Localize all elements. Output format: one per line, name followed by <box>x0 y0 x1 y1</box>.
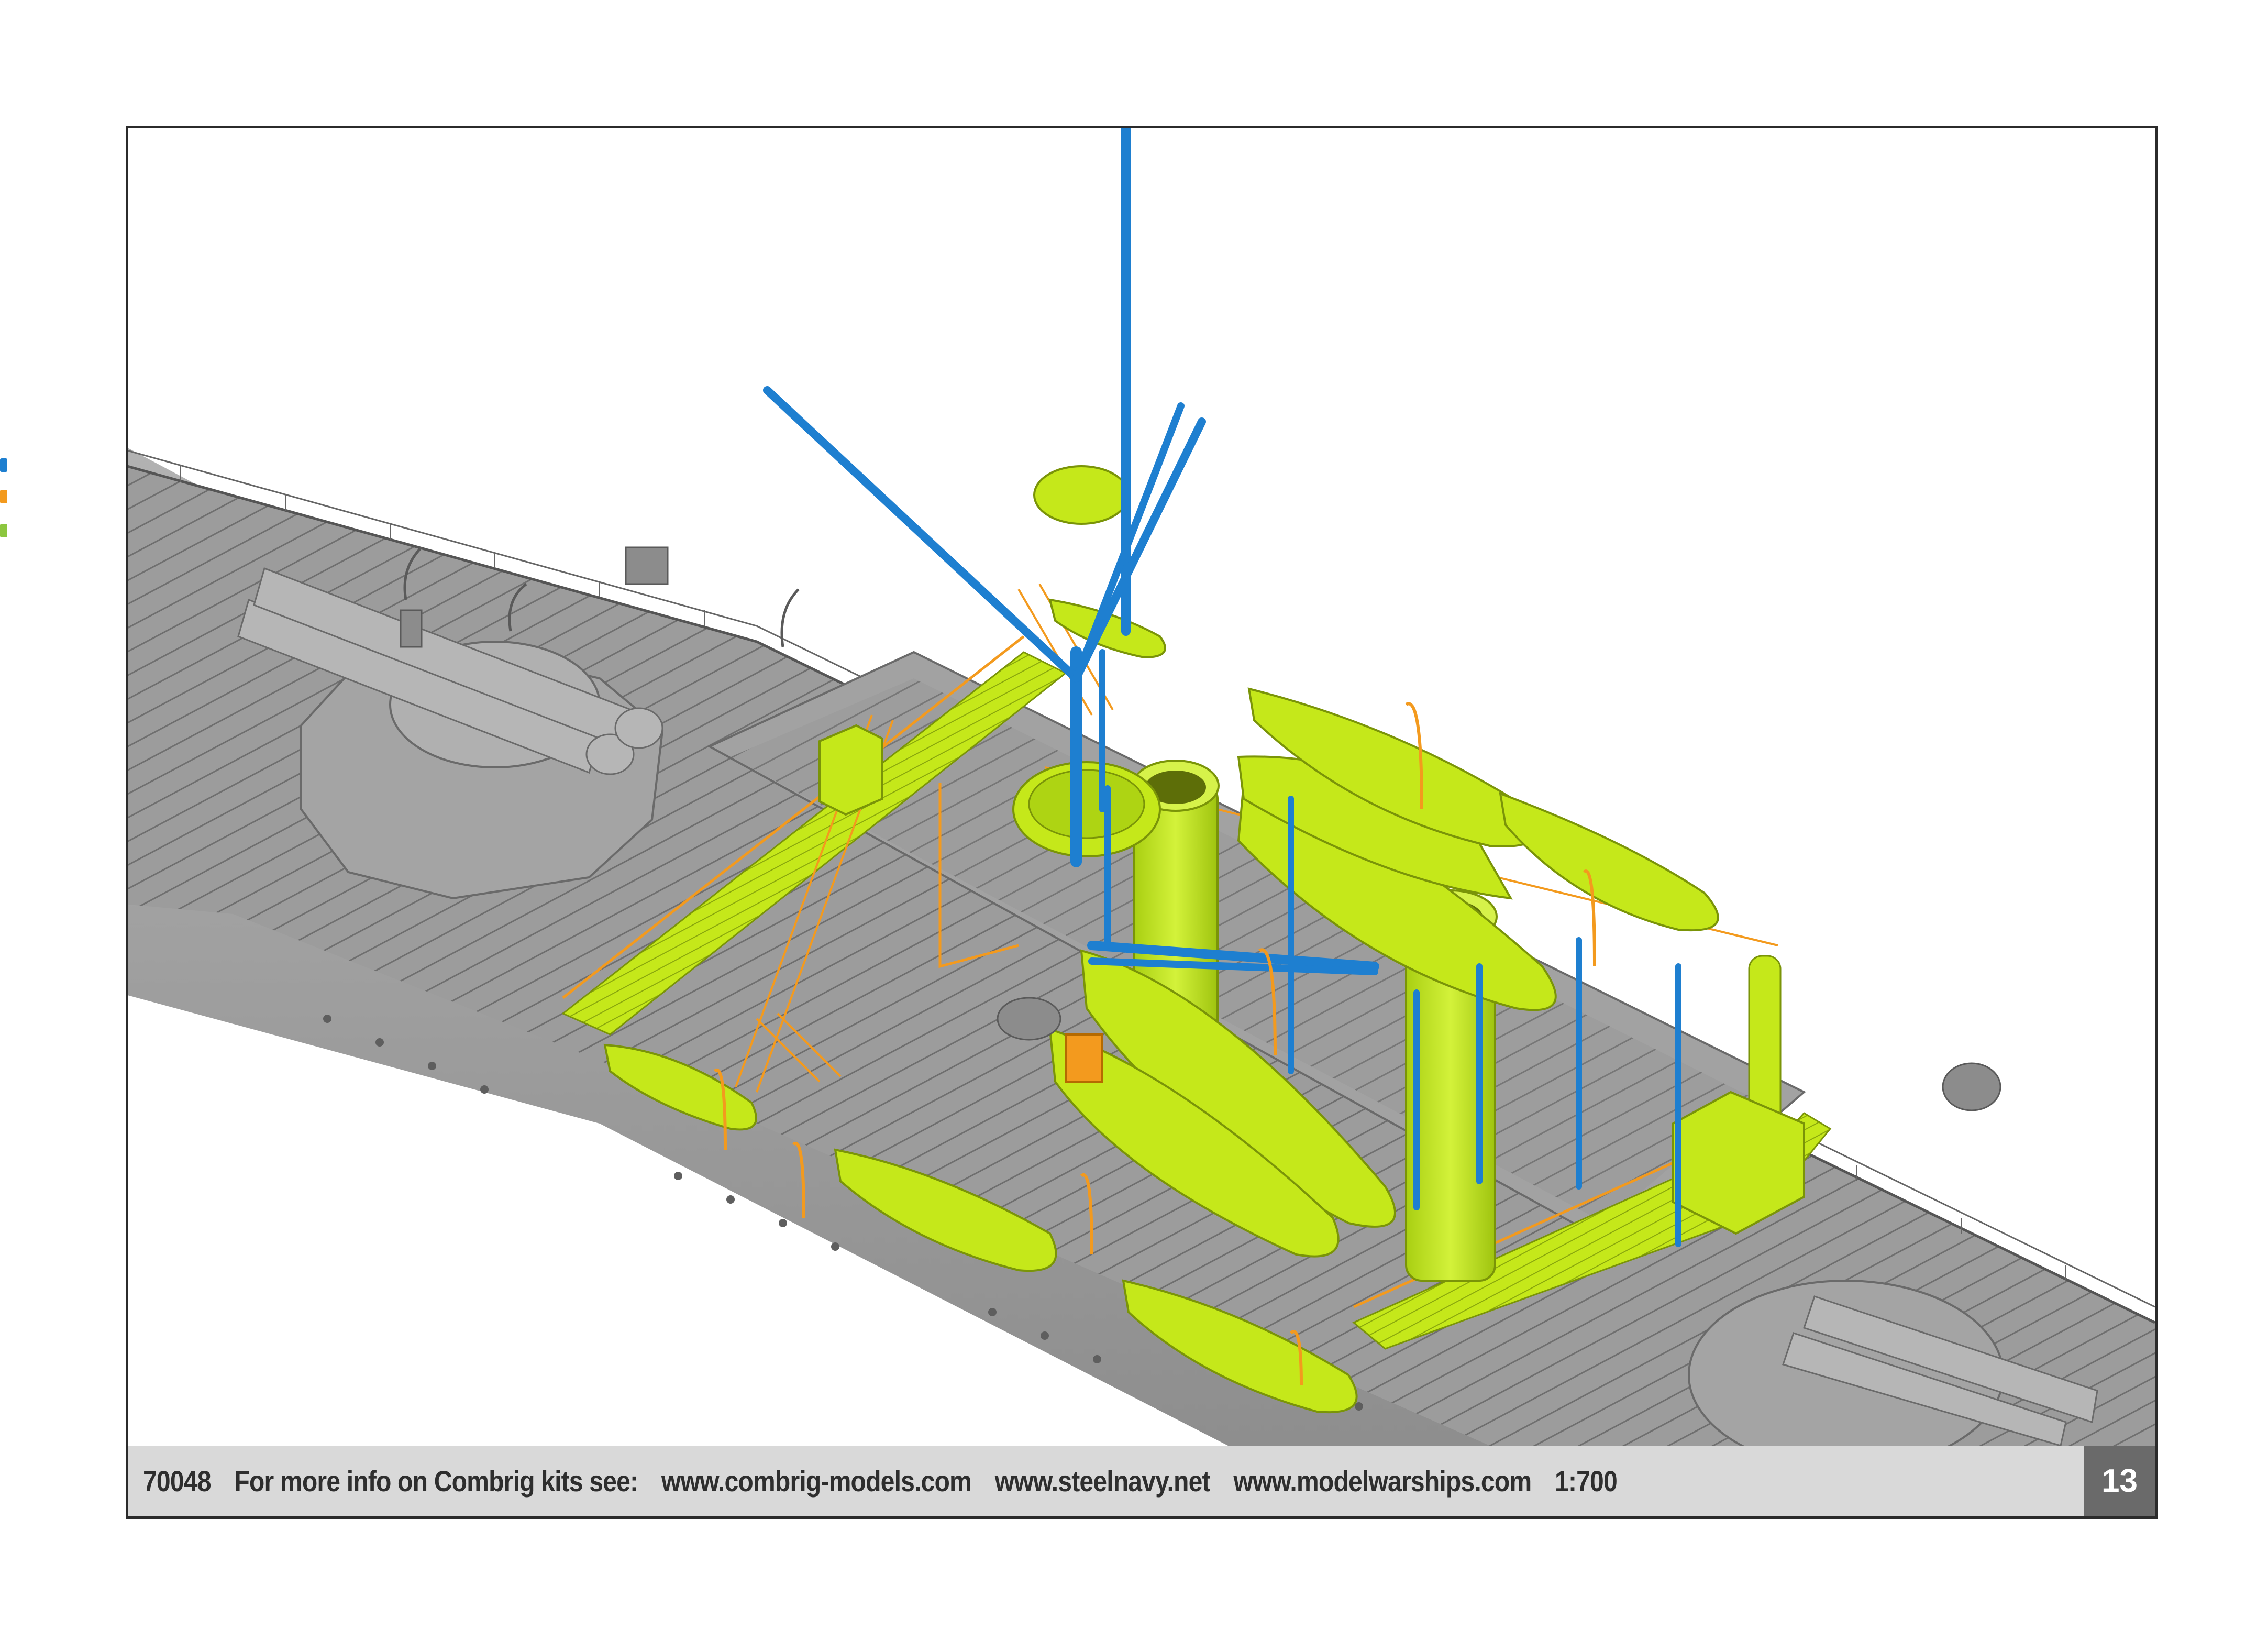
model-scale: 1:700 <box>1555 1465 1618 1498</box>
page-frame: 70048 For more info on Combrig kits see:… <box>126 126 2158 1519</box>
website-link-steelnavy[interactable]: www.steelnavy.net <box>995 1464 1211 1498</box>
legend-mark-orange <box>0 490 7 503</box>
info-label: For more info on Combrig kits see: <box>234 1465 638 1498</box>
website-link-combrig[interactable]: www.combrig-models.com <box>661 1464 972 1498</box>
page-number: 13 <box>2101 1463 2138 1499</box>
website-link-modelwarships[interactable]: www.modelwarships.com <box>1233 1464 1532 1498</box>
instruction-page: 70048 For more info on Combrig kits see:… <box>0 0 2268 1629</box>
page-footer: 70048 For more info on Combrig kits see:… <box>128 1446 2155 1516</box>
footer-info-line: 70048 For more info on Combrig kits see:… <box>143 1446 1641 1516</box>
legend-mark-green <box>0 524 7 537</box>
kit-number: 70048 <box>143 1465 211 1498</box>
ship-assembly-illustration <box>128 128 2155 1446</box>
page-number-box: 13 <box>2084 1446 2155 1516</box>
legend-mark-blue <box>0 458 7 472</box>
